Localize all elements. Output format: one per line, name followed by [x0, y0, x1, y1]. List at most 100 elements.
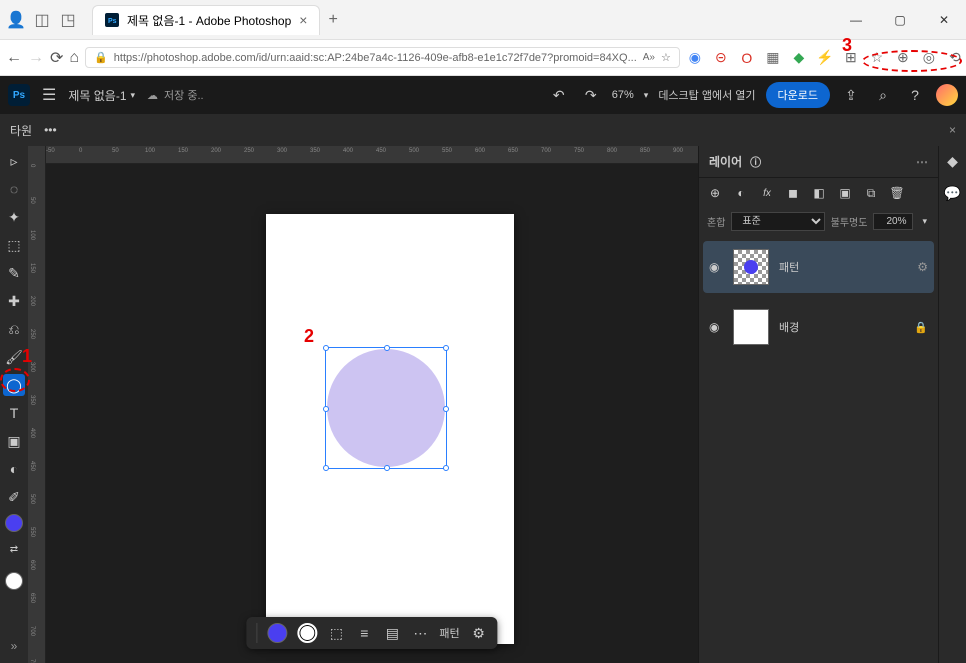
handle-tr[interactable]: [443, 345, 449, 351]
canvas-viewport[interactable]: 2 ⬚ ≡ ▤ ⋯ 패턴 ⚙: [46, 164, 698, 663]
lock-icon[interactable]: 🔒: [914, 321, 928, 334]
back-button[interactable]: ←: [6, 44, 22, 72]
lasso-tool[interactable]: ◌: [3, 178, 25, 200]
delete-icon[interactable]: 🗑: [889, 185, 905, 201]
close-window-button[interactable]: ✕: [922, 5, 966, 35]
mask-icon[interactable]: ◼: [785, 185, 801, 201]
info-icon[interactable]: ⓘ: [750, 154, 761, 170]
layer-item[interactable]: ◉ 배경 🔒: [703, 301, 934, 353]
workspace-icon[interactable]: ◫: [34, 12, 50, 28]
ext-bolt-icon[interactable]: ⚡: [816, 49, 834, 67]
close-options-icon[interactable]: ×: [949, 123, 956, 137]
layer-item[interactable]: ◉ 패턴 ⚙: [703, 241, 934, 293]
reader-indicator[interactable]: A»: [643, 52, 655, 63]
opacity-chevron-icon[interactable]: ▾: [919, 216, 930, 227]
group-icon[interactable]: ▣: [837, 185, 853, 201]
canvas-document[interactable]: 2: [266, 214, 514, 644]
clone-tool[interactable]: ⎌: [3, 318, 25, 340]
clip-icon[interactable]: ◧: [811, 185, 827, 201]
more-icon[interactable]: ⋯: [411, 624, 429, 642]
handle-tl[interactable]: [323, 345, 329, 351]
selection-bounding-box[interactable]: [325, 347, 447, 469]
stroke-color-swatch[interactable]: [297, 623, 317, 643]
open-desktop-button[interactable]: 데스크탑 앱에서 열기: [658, 87, 755, 103]
ext-link-icon[interactable]: ⟲: [946, 49, 964, 67]
download-button[interactable]: 다운로드: [766, 82, 830, 108]
favorites-icon[interactable]: ☆: [868, 49, 886, 67]
more-options-icon[interactable]: •••: [44, 123, 57, 137]
layers-collapsed-icon[interactable]: ◆: [944, 152, 962, 170]
move-tool[interactable]: ▹: [3, 150, 25, 172]
foreground-color-swatch[interactable]: [5, 514, 23, 532]
zoom-level[interactable]: 67%: [612, 89, 634, 101]
ext-pin-icon[interactable]: ⊞: [842, 49, 860, 67]
url-field[interactable]: 🔒 https://photoshop.adobe.com/id/urn:aai…: [85, 47, 680, 68]
handle-ml[interactable]: [323, 406, 329, 412]
handle-bc[interactable]: [384, 465, 390, 471]
arrange-icon[interactable]: ▤: [383, 624, 401, 642]
browser-tab[interactable]: Ps 제목 없음-1 - Adobe Photoshop ×: [92, 5, 320, 35]
background-color-swatch[interactable]: [5, 572, 23, 590]
share-icon[interactable]: ⇪: [840, 84, 862, 106]
profile-icon[interactable]: 👤: [8, 12, 24, 28]
wand-tool[interactable]: ✦: [3, 206, 25, 228]
refresh-button[interactable]: ⟳: [50, 44, 63, 72]
visibility-eye-icon[interactable]: ◉: [709, 320, 723, 334]
forward-button[interactable]: →: [28, 44, 44, 72]
eyedropper-tool[interactable]: ✐: [3, 486, 25, 508]
ext-green-icon[interactable]: ◆: [790, 49, 808, 67]
adjust-icon[interactable]: ◐: [733, 185, 749, 201]
visibility-eye-icon[interactable]: ◉: [709, 260, 723, 274]
menu-hamburger-icon[interactable]: ☰: [42, 85, 56, 105]
redo-button[interactable]: ↷: [580, 84, 602, 106]
document-title[interactable]: 제목 없음-1 ▾: [68, 87, 135, 104]
3d-icon[interactable]: ◳: [60, 12, 76, 28]
minimize-button[interactable]: —: [834, 5, 878, 35]
brush-tool[interactable]: ✎: [3, 262, 25, 284]
favorite-icon[interactable]: ☆: [661, 51, 671, 64]
swap-colors-icon[interactable]: ⇄: [3, 538, 25, 560]
home-button[interactable]: ⌂: [69, 44, 79, 72]
fx-icon[interactable]: fx: [759, 185, 775, 201]
ellipse-tool[interactable]: ◯: [3, 374, 25, 396]
more-dots-icon[interactable]: ⋯: [916, 155, 928, 169]
layer-name-label[interactable]: 배경: [779, 319, 904, 335]
ext-opera-icon[interactable]: O: [738, 49, 756, 67]
new-tab-button[interactable]: +: [328, 11, 337, 29]
paint-tool[interactable]: 🖌: [3, 346, 25, 368]
user-avatar[interactable]: [936, 84, 958, 106]
dodge-tool[interactable]: ◐: [3, 458, 25, 480]
handle-mr[interactable]: [443, 406, 449, 412]
handle-tc[interactable]: [384, 345, 390, 351]
photoshop-logo-icon[interactable]: Ps: [8, 84, 30, 106]
handle-br[interactable]: [443, 465, 449, 471]
maximize-button[interactable]: ▢: [878, 5, 922, 35]
handle-bl[interactable]: [323, 465, 329, 471]
comments-collapsed-icon[interactable]: 💬: [944, 184, 962, 202]
collections-icon[interactable]: ⊕: [894, 49, 912, 67]
undo-button[interactable]: ↶: [548, 84, 570, 106]
ext-target-icon[interactable]: ◎: [920, 49, 938, 67]
ext-grid-icon[interactable]: ▦: [764, 49, 782, 67]
crop-tool[interactable]: ⬚: [3, 234, 25, 256]
layer-thumbnail[interactable]: [733, 309, 769, 345]
type-tool[interactable]: T: [3, 402, 25, 424]
chevron-down-icon[interactable]: ▾: [644, 90, 649, 101]
transform-icon[interactable]: ⬚: [327, 624, 345, 642]
place-tool[interactable]: ▣: [3, 430, 25, 452]
layer-name-label[interactable]: 패턴: [779, 259, 907, 275]
help-icon[interactable]: ?: [904, 84, 926, 106]
search-icon[interactable]: ⌕: [872, 84, 894, 106]
align-icon[interactable]: ≡: [355, 624, 373, 642]
fill-color-swatch[interactable]: [267, 623, 287, 643]
filter-adjust-icon[interactable]: ⚙: [470, 624, 488, 642]
ext-shield-icon[interactable]: ◉: [686, 49, 704, 67]
layer-filter-icon[interactable]: ⚙: [917, 260, 928, 274]
ext-block-red-icon[interactable]: ⊝: [712, 49, 730, 67]
heal-tool[interactable]: ✚: [3, 290, 25, 312]
opacity-input[interactable]: 20%: [873, 213, 913, 230]
add-layer-icon[interactable]: ⊕: [707, 185, 723, 201]
layer-thumbnail[interactable]: [733, 249, 769, 285]
tab-close-icon[interactable]: ×: [299, 12, 307, 28]
duplicate-icon[interactable]: ⧉: [863, 185, 879, 201]
